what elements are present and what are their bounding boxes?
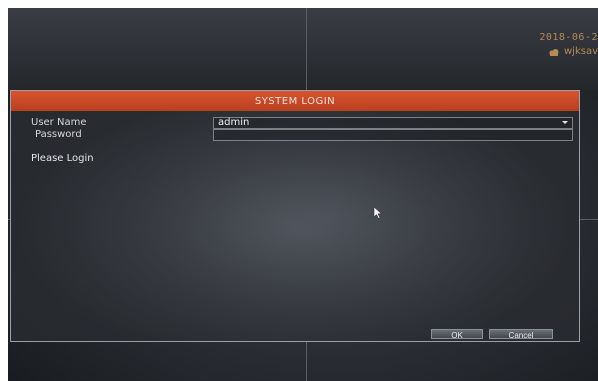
grid-divider-vertical: [306, 8, 307, 90]
dialog-title-bar: SYSTEM LOGIN: [11, 91, 579, 111]
password-label: Password: [35, 129, 82, 140]
password-input[interactable]: [213, 129, 573, 141]
username-select[interactable]: admin: [213, 117, 573, 129]
system-login-dialog: SYSTEM LOGIN User Name admin Password Pl…: [10, 90, 580, 342]
mouse-cursor-icon: [373, 207, 383, 219]
grid-divider-horizontal-right: [580, 219, 598, 220]
grid-divider-vertical-lower: [306, 342, 307, 381]
camera-grid-top: [8, 8, 598, 90]
monitor-frame: 2018-06-2 wjksav SYSTEM LOGIN User Name …: [0, 0, 598, 381]
username-value: admin: [218, 117, 250, 128]
cloud-icon: [549, 48, 559, 56]
chevron-down-icon[interactable]: [562, 121, 568, 124]
username-row: User Name admin: [11, 117, 579, 129]
dvr-screen: 2018-06-2 wjksav SYSTEM LOGIN User Name …: [8, 8, 598, 381]
dialog-title: SYSTEM LOGIN: [254, 95, 336, 107]
ok-button[interactable]: OK: [431, 329, 483, 340]
password-row: Password: [11, 129, 579, 141]
datetime-overlay: 2018-06-2: [539, 32, 598, 43]
username-overlay: wjksav: [563, 46, 598, 57]
username-label: User Name: [31, 117, 87, 128]
user-status: wjksav: [548, 46, 598, 57]
cancel-button[interactable]: Cancel: [489, 329, 553, 340]
login-status-message: Please Login: [31, 153, 94, 164]
